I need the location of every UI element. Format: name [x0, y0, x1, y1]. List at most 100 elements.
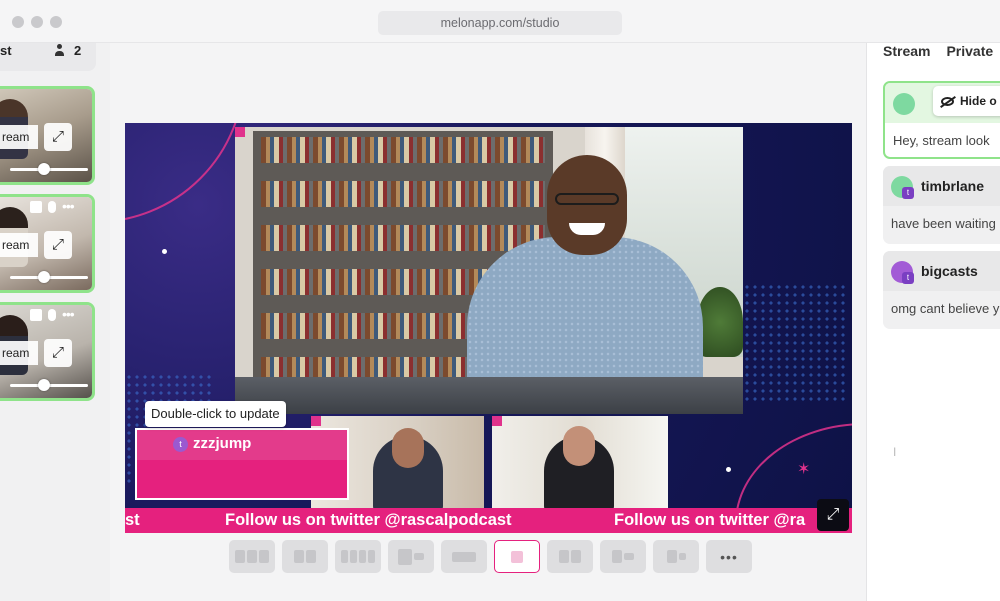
plant — [697, 287, 743, 357]
chat-message-text: have been waiting — [891, 216, 996, 231]
avatar: t — [891, 261, 914, 284]
expand-icon[interactable]: ⤢ — [44, 123, 72, 151]
layout-option[interactable] — [600, 540, 646, 573]
layout-option-active[interactable] — [494, 540, 540, 573]
fullscreen-icon[interactable]: ⤢ — [817, 499, 849, 531]
window-controls — [12, 16, 62, 28]
sparkle-decoration — [162, 249, 167, 254]
volume-slider[interactable] — [10, 163, 88, 175]
layout-option[interactable] — [282, 540, 328, 573]
chat-panel: Stream Private Hide o Hey, stream look t… — [866, 43, 1000, 601]
expand-icon[interactable]: ⤢ — [44, 231, 72, 259]
chat-message[interactable]: t bigcasts omg cant believe y — [883, 251, 1000, 329]
layout-cell — [559, 550, 569, 563]
add-to-stream-button[interactable]: ream — [0, 233, 38, 257]
microphone-icon[interactable] — [48, 201, 56, 213]
guest-tile[interactable]: ••• ream ⤢ — [0, 194, 95, 293]
chat-username: bigcasts — [921, 263, 978, 279]
layout-cell — [571, 550, 581, 563]
layout-cell — [350, 550, 357, 563]
layout-option[interactable] — [653, 540, 699, 573]
text-cursor-icon: I — [893, 445, 897, 459]
guest-count-value: 2 — [74, 43, 82, 58]
window-titlebar: melonapp.com/studio — [0, 0, 1000, 43]
camera-icon[interactable] — [30, 309, 42, 321]
maximize-window-button[interactable] — [50, 16, 62, 28]
ticker-banner[interactable]: st Follow us on twitter @rascalpodcast F… — [125, 508, 852, 533]
add-to-stream-button[interactable]: ream — [0, 341, 38, 365]
volume-slider-knob[interactable] — [38, 163, 50, 175]
layout-option[interactable] — [388, 540, 434, 573]
host-body — [467, 237, 703, 397]
tab-private[interactable]: Private — [946, 43, 993, 59]
chat-message[interactable]: Hide o Hey, stream look — [883, 81, 1000, 159]
layout-cell — [452, 551, 476, 562]
shelf-row — [261, 181, 545, 207]
more-options-icon[interactable]: ••• — [62, 307, 75, 321]
hide-message-label: Hide o — [960, 94, 997, 108]
layout-cell — [511, 550, 523, 563]
guest-tile[interactable]: ream ⤢ — [0, 86, 95, 185]
layout-cell — [666, 550, 677, 563]
name-card-overlay[interactable]: t zzzjump — [135, 428, 349, 500]
layout-cell — [612, 550, 622, 563]
volume-slider[interactable] — [10, 271, 88, 283]
video-corner-marker — [492, 416, 502, 426]
camera-icon[interactable] — [30, 201, 42, 213]
sparkle-decoration — [726, 467, 731, 472]
shelf-row — [261, 225, 545, 251]
layout-cell — [306, 550, 316, 563]
layout-option[interactable] — [547, 540, 593, 573]
eye-off-icon — [941, 97, 954, 106]
minimize-window-button[interactable] — [31, 16, 43, 28]
host-video[interactable] — [235, 127, 743, 414]
layout-option[interactable] — [441, 540, 487, 573]
chat-message-header: t timbrlane — [883, 166, 1000, 206]
twitch-icon: t — [173, 437, 188, 452]
ticker-text: st — [125, 511, 140, 529]
address-bar[interactable]: melonapp.com/studio — [378, 11, 622, 35]
ticker-text: Follow us on twitter @ra — [614, 511, 806, 529]
chat-message-header: Hide o — [885, 83, 1000, 123]
tab-stream[interactable]: Stream — [883, 43, 930, 59]
guest-count[interactable]: 2 — [54, 43, 81, 59]
avatar — [893, 93, 915, 115]
people-icon — [54, 43, 68, 57]
guest-rail-header: st 2 — [0, 43, 96, 71]
more-options-icon[interactable]: ••• — [62, 199, 75, 213]
name-card-text: zzzjump — [193, 435, 252, 452]
host-head — [547, 155, 627, 255]
chat-message[interactable]: t timbrlane have been waiting — [883, 166, 1000, 244]
guest-head — [563, 426, 595, 466]
shelf-row — [261, 137, 545, 163]
layout-cell — [624, 553, 634, 560]
microphone-icon[interactable] — [48, 309, 56, 321]
guest-head — [392, 428, 424, 468]
add-to-stream-button[interactable]: ream — [0, 125, 38, 149]
layout-cell — [678, 553, 686, 560]
star-decoration: ✶ — [797, 461, 811, 478]
expand-icon[interactable]: ⤢ — [44, 339, 72, 367]
guest-rail: st 2 ream ⤢ ••• ream ⤢ ••• ream ⤢ — [0, 43, 110, 601]
ticker-text: Follow us on twitter @rascalpodcast — [225, 511, 512, 529]
more-layouts-button[interactable]: ••• — [706, 540, 752, 573]
tooltip: Double-click to update — [145, 401, 286, 427]
tile-controls: ••• — [30, 307, 75, 321]
volume-slider-knob[interactable] — [38, 379, 50, 391]
hide-message-button[interactable]: Hide o — [933, 86, 1000, 116]
guest-tile[interactable]: ••• ream ⤢ — [0, 302, 95, 401]
layout-cell — [359, 550, 366, 563]
broadcast-stage[interactable]: ✶ ✶ — [125, 123, 852, 533]
more-layouts-label: ••• — [720, 548, 738, 565]
chat-username: timbrlane — [921, 178, 985, 194]
chat-message-text: omg cant believe y — [891, 301, 1000, 316]
layout-option[interactable] — [229, 540, 275, 573]
close-window-button[interactable] — [12, 16, 24, 28]
layout-option[interactable] — [335, 540, 381, 573]
volume-slider[interactable] — [10, 379, 88, 391]
desk — [235, 377, 743, 414]
guest-video-2[interactable] — [492, 416, 668, 508]
layout-cell — [294, 550, 304, 563]
host-glasses — [555, 193, 619, 205]
volume-slider-knob[interactable] — [38, 271, 50, 283]
